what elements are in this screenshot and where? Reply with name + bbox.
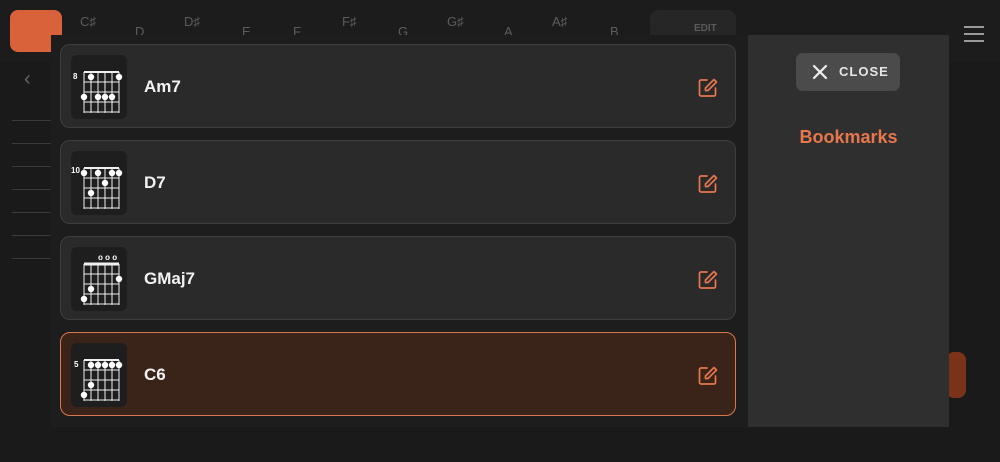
- bookmark-item-gmaj7[interactable]: o o o GMaj7: [60, 236, 736, 320]
- close-x-icon: [812, 64, 828, 80]
- chord-diagram: 5: [71, 343, 127, 407]
- key-note[interactable]: D♯: [184, 14, 200, 29]
- bookmark-item-d7[interactable]: 10 D7: [60, 140, 736, 224]
- open-strings: o o o: [98, 253, 117, 262]
- edit-pencil-icon[interactable]: [697, 365, 719, 387]
- bookmark-item-am7[interactable]: 8 Am7: [60, 44, 736, 128]
- chord-name: D7: [144, 173, 166, 192]
- chord-name: GMaj7: [144, 269, 196, 288]
- close-button[interactable]: CLOSE: [796, 53, 900, 91]
- chord-diagram: o o o: [71, 247, 127, 311]
- edit-pencil-icon[interactable]: [697, 77, 719, 99]
- hamburger-menu-icon[interactable]: [964, 26, 984, 47]
- chord-name: Am7: [144, 77, 181, 96]
- fret-number: 10: [71, 166, 80, 175]
- edit-pencil-icon[interactable]: [697, 173, 719, 195]
- bookmarks-dialog: 8 Am7 10 D7 o o o GMaj7 5 C6 CLOSE Bookm…: [51, 35, 949, 427]
- chevron-left-icon[interactable]: ‹: [24, 68, 31, 91]
- page-title: Bookmarks: [799, 127, 898, 147]
- close-label: CLOSE: [839, 64, 889, 79]
- chord-diagram: 8: [71, 55, 127, 119]
- key-note[interactable]: C♯: [80, 14, 96, 29]
- edit-pencil-icon[interactable]: [697, 269, 719, 291]
- key-note[interactable]: G♯: [447, 14, 464, 29]
- bookmarks-side-panel: CLOSE Bookmarks: [748, 35, 949, 427]
- chord-diagram: 10: [71, 151, 127, 215]
- background-list: [12, 120, 52, 281]
- chord-name: C6: [144, 365, 166, 384]
- key-note[interactable]: A♯: [552, 14, 567, 29]
- fret-number: 5: [74, 360, 79, 369]
- background-action-button[interactable]: [946, 352, 966, 398]
- bookmark-list: 8 Am7 10 D7 o o o GMaj7 5 C6: [51, 35, 748, 427]
- edit-label: EDIT: [694, 23, 717, 34]
- key-note[interactable]: F♯: [342, 14, 356, 29]
- fret-number: 8: [73, 72, 78, 81]
- bookmark-item-c6[interactable]: 5 C6: [60, 332, 736, 416]
